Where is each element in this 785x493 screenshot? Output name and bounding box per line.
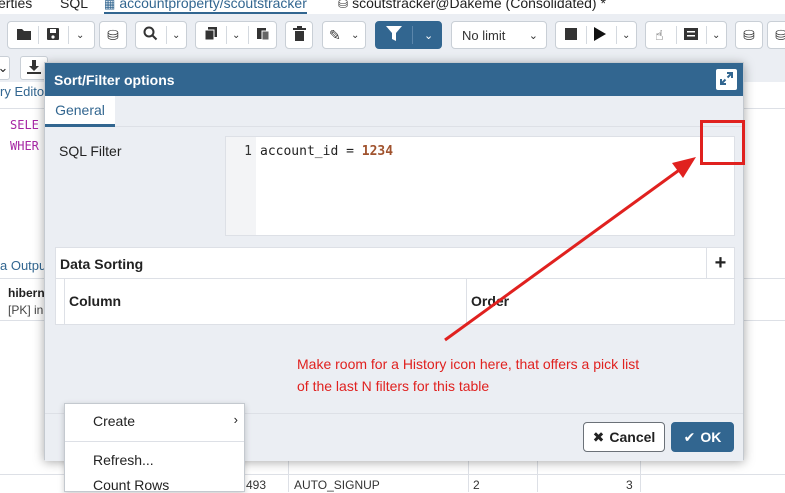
filter-icon xyxy=(386,26,402,44)
database-save-icon: ⛁ xyxy=(107,26,119,43)
chevron-down-icon[interactable]: ⌄ xyxy=(0,56,10,80)
chevron-down-icon[interactable]: ⌄ xyxy=(232,30,240,41)
tab-label: scoutstracker@Dakeme (Consolidated) * xyxy=(352,0,606,11)
data-output-tab[interactable]: a Outpu xyxy=(0,258,46,273)
find-button[interactable]: ⌄ xyxy=(135,21,187,49)
commit-button[interactable]: ⛁ xyxy=(735,21,763,49)
chevron-down-icon[interactable]: ⌄ xyxy=(76,30,84,41)
dialog-header[interactable]: Sort/Filter options xyxy=(45,63,743,96)
database-icon: ⛁ xyxy=(338,0,349,11)
tab-sql[interactable]: SQL xyxy=(60,0,88,11)
save-icon[interactable] xyxy=(46,27,60,44)
order-header: Order xyxy=(471,293,510,309)
sql-filter-editor[interactable]: 1 account_id = 1234 xyxy=(225,136,735,236)
database-commit-icon: ⛁ xyxy=(743,26,755,43)
filter-code-number: 1234 xyxy=(361,144,394,159)
data-sorting-title: Data Sorting xyxy=(60,256,144,272)
close-icon: ✖ xyxy=(592,428,605,445)
query-toolbar: ⌄ ⛁ ⌄ ⌄ ✎ ⌄ ⌄ No limit ⌄ ⌄ ☝ ⌄ ⛁ ⛁ xyxy=(0,14,785,56)
line-number: 1 xyxy=(244,144,252,159)
maximize-button[interactable] xyxy=(716,69,737,90)
ok-label: OK xyxy=(700,429,722,445)
chevron-down-icon[interactable]: ⌄ xyxy=(712,30,720,41)
data-sorting-header: Data Sorting + xyxy=(56,248,734,279)
filter-code-text: account_id = xyxy=(260,144,362,159)
row-limit-value: No limit xyxy=(462,27,506,43)
folder-icon[interactable] xyxy=(16,27,32,44)
grid-cell[interactable]: 3 xyxy=(626,478,633,492)
maximize-icon xyxy=(720,71,733,88)
dialog-title: Sort/Filter options xyxy=(54,71,175,88)
cancel-label: Cancel xyxy=(609,429,656,445)
editor-line-1: SELE xyxy=(10,118,39,132)
edit-button[interactable]: ✎ ⌄ xyxy=(322,21,366,49)
grid-cell[interactable]: 2 xyxy=(473,478,480,492)
menu-item-create[interactable]: Create xyxy=(93,413,243,429)
query-editor-tab[interactable]: ry Edito xyxy=(0,84,44,99)
edit-icon: ✎ xyxy=(329,26,341,43)
sort-filter-dialog: Sort/Filter options General SQL Filter 1… xyxy=(44,62,744,461)
database-rollback-icon: ⛁ xyxy=(775,26,785,43)
grid-cell[interactable]: AUTO_SIGNUP xyxy=(294,478,380,492)
row-limit-select[interactable]: No limit ⌄ xyxy=(451,21,547,49)
dialog-tabs: General xyxy=(45,96,743,127)
column-header: Column xyxy=(69,293,122,309)
annotation-line-2: of the last N filters for this table xyxy=(297,378,490,394)
chevron-down-icon: ⌄ xyxy=(528,29,538,42)
tab-general[interactable]: General xyxy=(45,96,115,127)
copy-icon[interactable] xyxy=(204,26,218,44)
chevron-down-icon[interactable]: ⌄ xyxy=(424,29,433,42)
chevron-down-icon[interactable]: ⌄ xyxy=(172,30,180,41)
paste-icon[interactable] xyxy=(256,26,270,44)
chevron-right-icon: › xyxy=(233,412,238,427)
editor-line-2: WHER xyxy=(10,139,39,153)
chevron-down-icon[interactable]: ⌄ xyxy=(622,30,630,41)
tab-label: accountproperty/scoutstracker xyxy=(119,0,307,11)
play-icon[interactable] xyxy=(594,26,606,44)
annotation-note: Make room for a History icon here, that … xyxy=(297,353,677,397)
explain-group: ☝ ⌄ xyxy=(645,21,727,49)
trash-icon xyxy=(292,26,306,44)
tab-properties[interactable]: erties xyxy=(0,0,32,11)
filter-code: account_id = 1234 xyxy=(260,144,393,159)
filter-button[interactable]: ⌄ xyxy=(375,21,442,49)
execute-group: ⌄ xyxy=(555,21,637,49)
file-button-group: ⌄ xyxy=(7,21,95,49)
table-icon: ▦ xyxy=(104,0,116,11)
list-icon[interactable] xyxy=(684,27,698,43)
tab-bar: erties SQL ▦ accountproperty/scoutstracke… xyxy=(0,0,785,14)
cancel-button[interactable]: ✖ Cancel xyxy=(583,422,665,452)
context-menu: Create › Refresh... Count Rows xyxy=(64,403,245,493)
grid-cell[interactable]: 493 xyxy=(246,478,266,492)
hand-icon[interactable]: ☝ xyxy=(655,27,664,44)
data-sorting-panel: Data Sorting + Column Order xyxy=(55,247,735,325)
menu-item-count-rows[interactable]: Count Rows xyxy=(93,477,169,493)
tab-accountproperty[interactable]: ▦ accountproperty/scoutstracker xyxy=(104,0,307,14)
highlight-box xyxy=(700,120,745,165)
grid-column-subheader: [PK] in xyxy=(8,303,44,317)
rollback-button[interactable]: ⛁ xyxy=(767,21,785,49)
add-sort-button[interactable]: + xyxy=(706,248,734,279)
menu-item-refresh[interactable]: Refresh... xyxy=(93,452,154,468)
search-icon xyxy=(143,26,158,44)
save-data-button[interactable]: ⛁ xyxy=(99,21,127,49)
annotation-line-1: Make room for a History icon here, that … xyxy=(297,356,640,372)
download-icon xyxy=(27,59,41,77)
stop-icon[interactable] xyxy=(565,27,577,43)
plus-icon: + xyxy=(714,252,727,274)
copy-paste-group: ⌄ xyxy=(195,21,277,49)
chevron-down-icon[interactable]: ⌄ xyxy=(351,30,359,41)
ok-button[interactable]: ✔ OK xyxy=(671,422,734,452)
sort-columns-header: Column Order xyxy=(56,279,734,325)
tab-query-tool[interactable]: ⛁ scoutstracker@Dakeme (Consolidated) * xyxy=(338,0,606,11)
check-icon: ✔ xyxy=(683,428,696,445)
sql-filter-label: SQL Filter xyxy=(59,143,122,159)
delete-button[interactable] xyxy=(285,21,313,49)
